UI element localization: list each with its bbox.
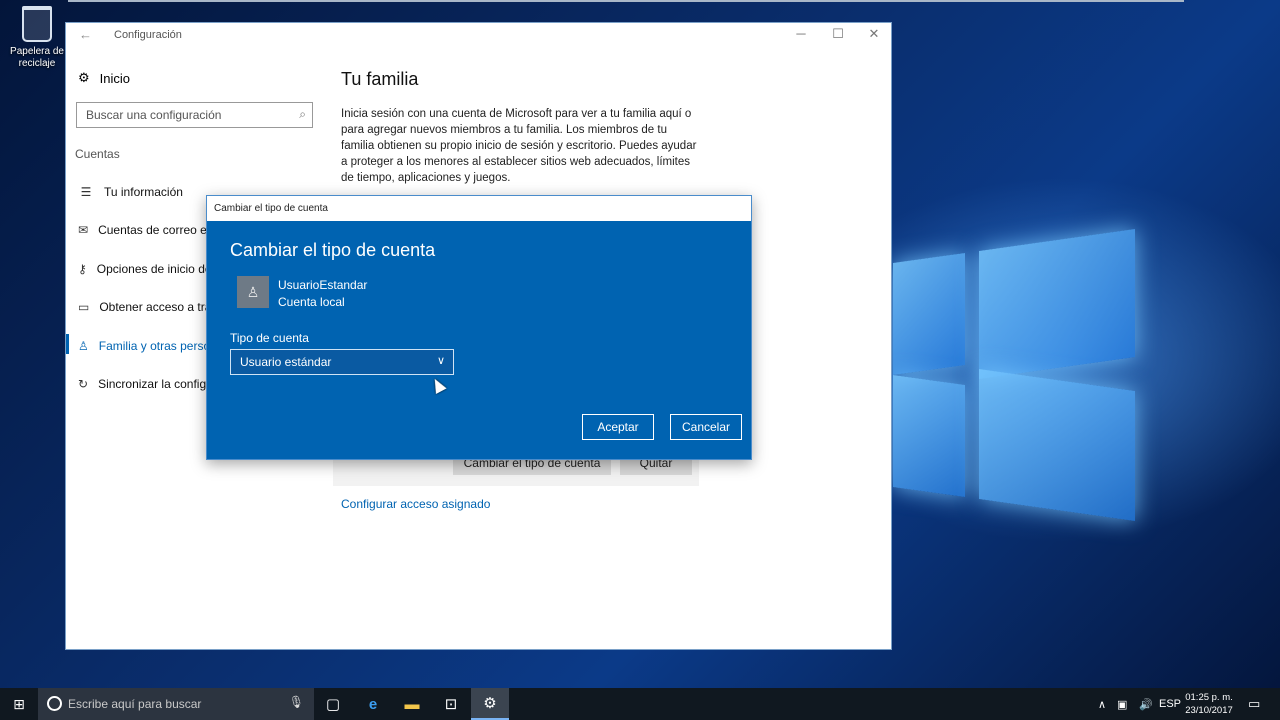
settings-titlebar: ← Configuración ─ ☐ ✕ bbox=[66, 23, 891, 47]
person-icon: ♙ bbox=[78, 339, 89, 353]
page-title: Tu familia bbox=[341, 69, 419, 89]
sidebar-item-your-info[interactable]: ☰ Tu información bbox=[78, 185, 210, 199]
start-button[interactable]: ⊞ bbox=[0, 688, 38, 720]
account-type-value: Usuario estándar bbox=[240, 355, 332, 369]
sidebar-item-sign-in-options[interactable]: ⚷ Opciones de inicio de sesión bbox=[78, 262, 210, 276]
account-type-label: Tipo de cuenta bbox=[230, 331, 309, 345]
sidebar-item-label: Tu información bbox=[104, 185, 183, 199]
chevron-up-icon: ∧ bbox=[1098, 698, 1107, 711]
recycle-bin-icon bbox=[22, 6, 52, 42]
maximize-button[interactable]: ☐ bbox=[828, 26, 848, 42]
sidebar-item-label: Opciones de inicio de sesión bbox=[96, 262, 210, 276]
clock-date: 23/10/2017 bbox=[1185, 705, 1233, 716]
user-account-type: Cuenta local bbox=[278, 295, 345, 309]
family-intro-text: Inicia sesión con una cuenta de Microsof… bbox=[341, 108, 697, 184]
avatar: ♙ bbox=[237, 276, 269, 308]
user-name: UsuarioEstandar bbox=[278, 278, 368, 292]
logo-pane bbox=[893, 374, 965, 498]
volume-button[interactable]: 🔊 bbox=[1139, 688, 1153, 720]
nav-home-label: Inicio bbox=[99, 70, 131, 86]
gear-icon: ⚙ bbox=[78, 70, 90, 85]
folder-icon: ▬ bbox=[404, 695, 420, 713]
logo-pane bbox=[893, 252, 965, 376]
close-button[interactable]: ✕ bbox=[864, 26, 884, 42]
nav-home[interactable]: ⚙ Inicio bbox=[78, 70, 130, 86]
clock[interactable]: 01:25 p. m. 23/10/2017 bbox=[1180, 691, 1238, 717]
briefcase-icon: ▭ bbox=[78, 300, 90, 314]
recycle-bin-shortcut[interactable]: Papelera de reciclaje bbox=[8, 6, 66, 70]
network-icon: ▣ bbox=[1117, 698, 1128, 711]
task-view-icon: ▢ bbox=[325, 696, 341, 713]
user-card-icon: ☰ bbox=[80, 185, 92, 199]
key-icon: ⚷ bbox=[78, 262, 87, 276]
accept-button[interactable]: Aceptar bbox=[582, 414, 654, 440]
back-arrow-icon[interactable]: ← bbox=[79, 27, 92, 42]
chevron-down-icon: ∨ bbox=[436, 355, 445, 367]
network-button[interactable]: ▣ bbox=[1117, 688, 1127, 720]
mail-icon: ✉ bbox=[78, 223, 89, 237]
sidebar-item-label: Familia y otras personas bbox=[98, 339, 210, 353]
edge-button[interactable]: e bbox=[354, 688, 392, 720]
taskbar: ⊞ Escribe aquí para buscar 🎙 ▢ e ▬ ⊡ ⚙ ∧… bbox=[0, 688, 1280, 720]
taskbar-search-placeholder: Escribe aquí para buscar bbox=[68, 697, 202, 711]
task-view-button[interactable]: ▢ bbox=[314, 688, 352, 720]
settings-search-input[interactable]: Buscar una configuración ⌕ bbox=[76, 102, 313, 128]
store-button[interactable]: ⊡ bbox=[432, 688, 470, 720]
mouse-cursor-icon bbox=[429, 376, 447, 394]
file-explorer-button[interactable]: ▬ bbox=[393, 688, 431, 720]
assigned-access-link[interactable]: Configurar acceso asignado bbox=[341, 497, 490, 511]
user-info: ♙ UsuarioEstandar Cuenta local bbox=[237, 276, 367, 311]
cancel-button[interactable]: Cancelar bbox=[670, 414, 742, 440]
logo-pane bbox=[979, 369, 1135, 521]
taskbar-search-box[interactable]: Escribe aquí para buscar 🎙 bbox=[38, 688, 314, 720]
microphone-icon[interactable]: 🎙 bbox=[289, 695, 304, 709]
windows-logo-icon: ⊞ bbox=[13, 695, 25, 712]
language-indicator[interactable]: ESP bbox=[1159, 688, 1181, 720]
account-type-dropdown[interactable]: Usuario estándar ∨ bbox=[230, 349, 454, 375]
edge-icon: e bbox=[368, 695, 378, 713]
minimize-button[interactable]: ─ bbox=[791, 26, 811, 41]
language-label: ESP bbox=[1159, 698, 1182, 710]
gear-icon: ⚙ bbox=[483, 695, 497, 712]
notification-icon: ▭ bbox=[1248, 696, 1261, 711]
show-hidden-icons-button[interactable]: ∧ bbox=[1098, 688, 1106, 720]
sidebar-item-email-accounts[interactable]: ✉ Cuentas de correo electrónico y aplica… bbox=[78, 223, 210, 237]
search-icon: ⌕ bbox=[299, 107, 306, 121]
active-indicator bbox=[66, 334, 69, 354]
change-account-type-dialog: Cambiar el tipo de cuenta Cambiar el tip… bbox=[206, 195, 752, 460]
sidebar-item-label: Cuentas de correo electrónico y aplicaci… bbox=[98, 223, 210, 237]
settings-taskbar-button[interactable]: ⚙ bbox=[471, 688, 509, 720]
search-placeholder: Buscar una configuración bbox=[86, 108, 222, 122]
windows-logo-wallpaper bbox=[893, 228, 1143, 528]
nav-section-label: Cuentas bbox=[75, 147, 120, 161]
sidebar-item-family[interactable]: ♙ Familia y otras personas bbox=[78, 339, 210, 353]
sidebar-item-sync[interactable]: ↻ Sincronizar la configuración bbox=[78, 377, 210, 391]
store-icon: ⊡ bbox=[444, 696, 458, 713]
logo-pane bbox=[979, 229, 1135, 379]
dialog-heading: Cambiar el tipo de cuenta bbox=[230, 240, 436, 260]
sidebar-item-work-access[interactable]: ▭ Obtener acceso a trabajo o escuela bbox=[78, 300, 210, 314]
volume-icon: 🔊 bbox=[1139, 698, 1153, 711]
recycle-bin-label: Papelera de reciclaje bbox=[10, 46, 64, 69]
dialog-titlebar: Cambiar el tipo de cuenta bbox=[207, 196, 751, 221]
window-title: Configuración bbox=[114, 29, 182, 41]
sidebar-item-label: Sincronizar la configuración bbox=[98, 377, 210, 391]
clock-time: 01:25 p. m. bbox=[1185, 692, 1233, 703]
person-icon: ♙ bbox=[246, 283, 260, 300]
cortana-icon bbox=[47, 696, 62, 711]
sidebar-item-label: Obtener acceso a trabajo o escuela bbox=[99, 300, 210, 314]
background-window-edge bbox=[68, 0, 1184, 2]
sync-icon: ↻ bbox=[78, 377, 89, 391]
action-center-button[interactable]: ▭ bbox=[1248, 688, 1260, 720]
